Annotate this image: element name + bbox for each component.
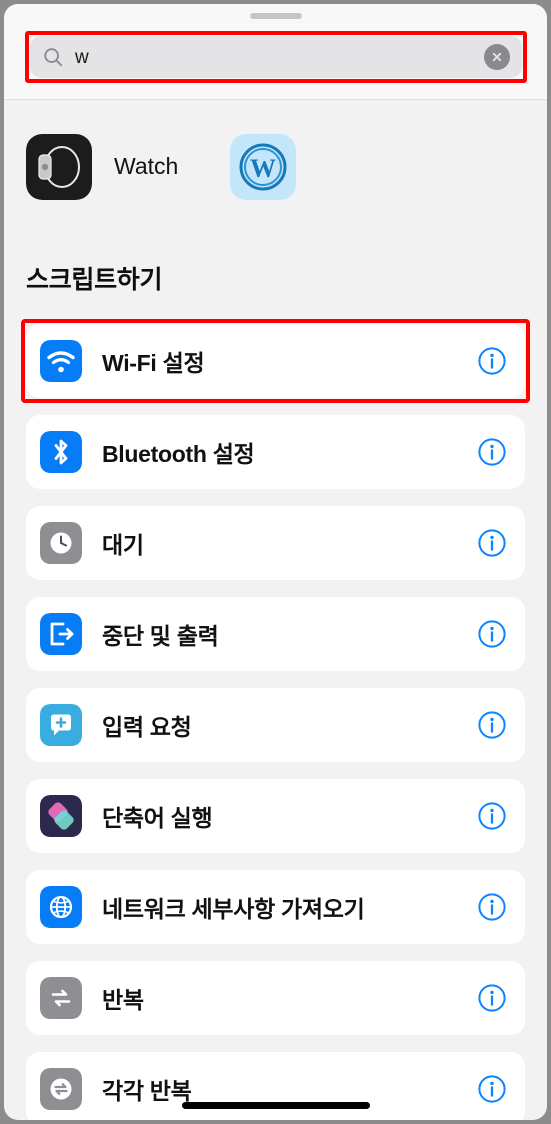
shortcuts-icon	[40, 795, 82, 837]
action-row-label: Wi-Fi 설정	[102, 350, 205, 376]
info-icon[interactable]	[477, 437, 507, 467]
info-icon[interactable]	[477, 1074, 507, 1104]
action-row-label: Bluetooth 설정	[102, 441, 255, 467]
action-row[interactable]: Bluetooth 설정	[26, 415, 525, 489]
exit-icon	[40, 613, 82, 655]
action-row[interactable]: 반복	[26, 961, 525, 1035]
repeat-icon	[40, 977, 82, 1019]
action-row-label: 단축어 실행	[102, 805, 213, 831]
info-icon[interactable]	[477, 801, 507, 831]
info-icon[interactable]	[477, 619, 507, 649]
info-icon[interactable]	[477, 710, 507, 740]
app-result-watch[interactable]: Watch	[26, 133, 179, 200]
action-row-label: 중단 및 출력	[102, 623, 219, 649]
action-row[interactable]: Wi-Fi 설정	[26, 324, 525, 398]
action-row[interactable]: 각각 반복	[26, 1052, 525, 1120]
list-item[interactable]: 입력 요청	[4, 681, 547, 772]
app-result-label: Watch	[114, 153, 179, 179]
action-list: Wi-Fi 설정 Bluetooth 설정 대기 중단 및 출력 입력 요청 단…	[4, 317, 547, 1120]
info-icon[interactable]	[477, 983, 507, 1013]
home-indicator	[181, 1102, 370, 1109]
globe-icon	[40, 886, 82, 928]
list-item[interactable]: Wi-Fi 설정	[4, 317, 547, 408]
action-row[interactable]: 대기	[26, 506, 525, 580]
app-results-row: Watch W	[4, 109, 547, 224]
apple-watch-app-icon	[26, 133, 92, 200]
drag-handle[interactable]	[249, 13, 302, 19]
list-item[interactable]: 반복	[4, 954, 547, 1045]
action-row[interactable]: 단축어 실행	[26, 779, 525, 853]
info-icon[interactable]	[477, 892, 507, 922]
wifi-icon	[40, 340, 82, 382]
list-item[interactable]: 대기	[4, 499, 547, 590]
repeat-each-icon	[40, 1068, 82, 1110]
clock-icon	[40, 522, 82, 564]
action-row[interactable]: 중단 및 출력	[26, 597, 525, 671]
action-row-label: 각각 반복	[102, 1078, 192, 1104]
action-row-label: 네트워크 세부사항 가져오기	[102, 896, 365, 922]
app-result-wordpress[interactable]: W	[230, 133, 297, 200]
wordpress-app-icon: W	[230, 133, 297, 200]
bluetooth-icon	[40, 431, 82, 473]
search-highlight-box	[25, 31, 527, 83]
ask-input-icon	[40, 704, 82, 746]
list-item[interactable]: 네트워크 세부사항 가져오기	[4, 863, 547, 954]
action-row-label: 반복	[102, 987, 144, 1013]
list-item[interactable]: 중단 및 출력	[4, 590, 547, 681]
phone-screen: w Watch W 스크립트하기 Wi-Fi 설정 Bluetooth 설정 대…	[4, 4, 547, 1120]
action-row-label: 입력 요청	[102, 714, 192, 740]
section-title: 스크립트하기	[26, 266, 163, 294]
svg-text:W: W	[250, 154, 276, 183]
action-row[interactable]: 네트워크 세부사항 가져오기	[26, 870, 525, 944]
action-row-label: 대기	[102, 532, 144, 558]
list-item[interactable]: 단축어 실행	[4, 772, 547, 863]
info-icon[interactable]	[477, 528, 507, 558]
info-icon[interactable]	[477, 346, 507, 376]
action-row[interactable]: 입력 요청	[26, 688, 525, 762]
list-item[interactable]: Bluetooth 설정	[4, 408, 547, 499]
